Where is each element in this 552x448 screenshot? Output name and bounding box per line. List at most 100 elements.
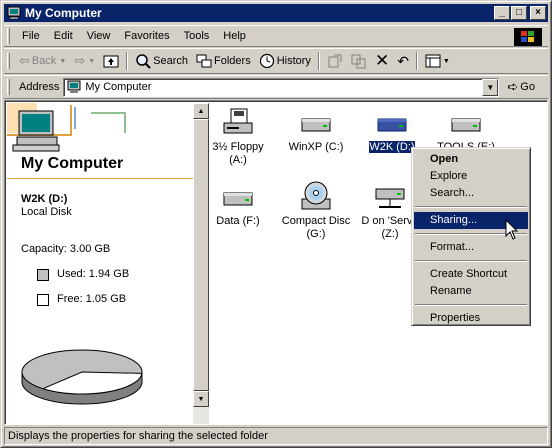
menu-explore[interactable]: Explore [414, 168, 528, 185]
folder-up-icon [103, 55, 119, 68]
go-label: Go [520, 81, 535, 93]
copy-to-button[interactable] [347, 50, 371, 72]
back-button[interactable]: ⇦ Back ▼ [15, 50, 70, 72]
windows-logo [514, 28, 542, 46]
hard-drive-icon [377, 118, 407, 132]
drive-floppy-a[interactable]: 3½ Floppy (A:) [197, 107, 279, 167]
explorer-window: My Computer _ □ × File Edit View Favorit… [0, 0, 552, 448]
free-color-swatch [37, 294, 49, 306]
menu-view[interactable]: View [80, 30, 118, 42]
scroll-down-button[interactable]: ▼ [193, 391, 209, 407]
menu-rename[interactable]: Rename [414, 283, 528, 300]
folders-icon [196, 54, 212, 68]
delete-button[interactable]: ✕ [371, 50, 393, 72]
menu-edit[interactable]: Edit [47, 30, 80, 42]
menu-create-shortcut[interactable]: Create Shortcut [414, 266, 528, 283]
views-button[interactable]: ▼ [421, 50, 454, 72]
toolbar-grip[interactable] [7, 53, 10, 69]
search-label: Search [153, 55, 189, 67]
go-arrow-icon: ➪ [507, 79, 519, 94]
hard-drive-icon [223, 192, 253, 206]
drive-label: WinXP (C:) [288, 141, 344, 153]
go-button[interactable]: ➪ Go [507, 79, 535, 95]
toolbar-separator [317, 52, 320, 70]
banner-graphic [7, 103, 126, 152]
address-input[interactable]: My Computer ▼ [63, 77, 500, 97]
selected-drive-name: W2K (D:) [21, 193, 68, 205]
mouse-pointer-icon [505, 219, 519, 240]
used-color-swatch [37, 269, 49, 281]
window-title: My Computer [25, 6, 102, 20]
back-label: Back [31, 55, 57, 67]
menu-favorites[interactable]: Favorites [117, 30, 176, 42]
forward-arrow-icon: ⇨ [74, 53, 86, 68]
move-to-button[interactable] [323, 50, 347, 72]
drive-cd-g[interactable]: Compact Disc (G:) [275, 181, 357, 241]
maximize-button[interactable]: □ [511, 6, 527, 20]
my-computer-small-icon [67, 80, 81, 93]
menu-separator [415, 206, 527, 208]
web-view-pane: My Computer W2K (D:) Local Disk Capacity… [7, 103, 193, 424]
menu-properties[interactable]: Properties [414, 310, 528, 327]
close-button[interactable]: × [530, 6, 546, 20]
web-view-banner: My Computer [7, 103, 193, 179]
floppy-drive-icon [223, 108, 253, 134]
search-icon [136, 54, 151, 69]
address-value: My Computer [85, 81, 152, 93]
minimize-button[interactable]: _ [494, 6, 510, 20]
hard-drive-icon [301, 118, 331, 132]
folders-button[interactable]: Folders [192, 50, 255, 72]
arrow-down-icon: ▼ [197, 395, 205, 403]
selected-drive-type: Local Disk [21, 206, 72, 218]
menu-tools[interactable]: Tools [177, 30, 217, 42]
drive-label: W2K (D:) [368, 140, 416, 154]
menu-separator [415, 260, 527, 262]
standard-toolbar: ⇦ Back ▼ ⇨ ▼ Search Folders History ✕ ↶ … [4, 48, 548, 74]
menu-help[interactable]: Help [216, 30, 253, 42]
drive-label: Compact Disc [281, 215, 351, 227]
toolbar-separator [126, 52, 129, 70]
menu-file[interactable]: File [15, 30, 47, 42]
drive-letter: (A:) [229, 154, 247, 166]
undo-icon: ↶ [397, 52, 409, 69]
menu-format[interactable]: Format... [414, 239, 528, 256]
used-text: Used: 1.94 GB [57, 268, 130, 280]
my-computer-icon [7, 6, 21, 20]
forward-button[interactable]: ⇨ ▼ [70, 50, 99, 72]
drive-f[interactable]: Data (F:) [197, 181, 279, 228]
address-label: Address [19, 81, 60, 93]
views-dropdown-icon: ▼ [442, 57, 450, 65]
menubar-grip[interactable] [7, 28, 10, 44]
undo-button[interactable]: ↶ [393, 50, 413, 72]
addressbar-grip[interactable] [7, 79, 10, 95]
free-text: Free: 1.05 GB [57, 293, 127, 305]
back-dropdown-icon: ▼ [59, 57, 67, 65]
pane-heading: My Computer [21, 155, 124, 172]
drive-letter: (G:) [306, 228, 326, 240]
toolbar-separator [415, 52, 418, 70]
history-label: History [276, 55, 311, 67]
menu-search[interactable]: Search... [414, 185, 528, 202]
menu-separator [415, 304, 527, 306]
move-to-icon [328, 54, 342, 68]
drive-label: Data (F:) [216, 215, 260, 227]
hard-drive-icon [451, 118, 481, 132]
drive-c[interactable]: WinXP (C:) [275, 107, 357, 154]
status-text: Displays the properties for sharing the … [8, 430, 268, 442]
menu-bar: File Edit View Favorites Tools Help [4, 25, 548, 47]
cd-drive-icon [301, 181, 331, 210]
chevron-down-icon: ▼ [486, 82, 495, 92]
up-button[interactable] [99, 50, 123, 72]
search-button[interactable]: Search [131, 50, 192, 72]
disk-usage-pie-chart [21, 349, 143, 405]
drive-label: 3½ Floppy [212, 141, 264, 153]
history-button[interactable]: History [255, 50, 315, 72]
delete-x-icon: ✕ [374, 51, 390, 70]
back-arrow-icon: ⇦ [19, 53, 30, 68]
title-bar[interactable]: My Computer _ □ × [4, 4, 548, 22]
capacity-text: Capacity: 3.00 GB [21, 243, 111, 255]
address-dropdown-button[interactable]: ▼ [482, 78, 499, 96]
views-icon [425, 54, 441, 68]
history-clock-icon [259, 53, 274, 69]
menu-open[interactable]: Open [414, 151, 528, 168]
